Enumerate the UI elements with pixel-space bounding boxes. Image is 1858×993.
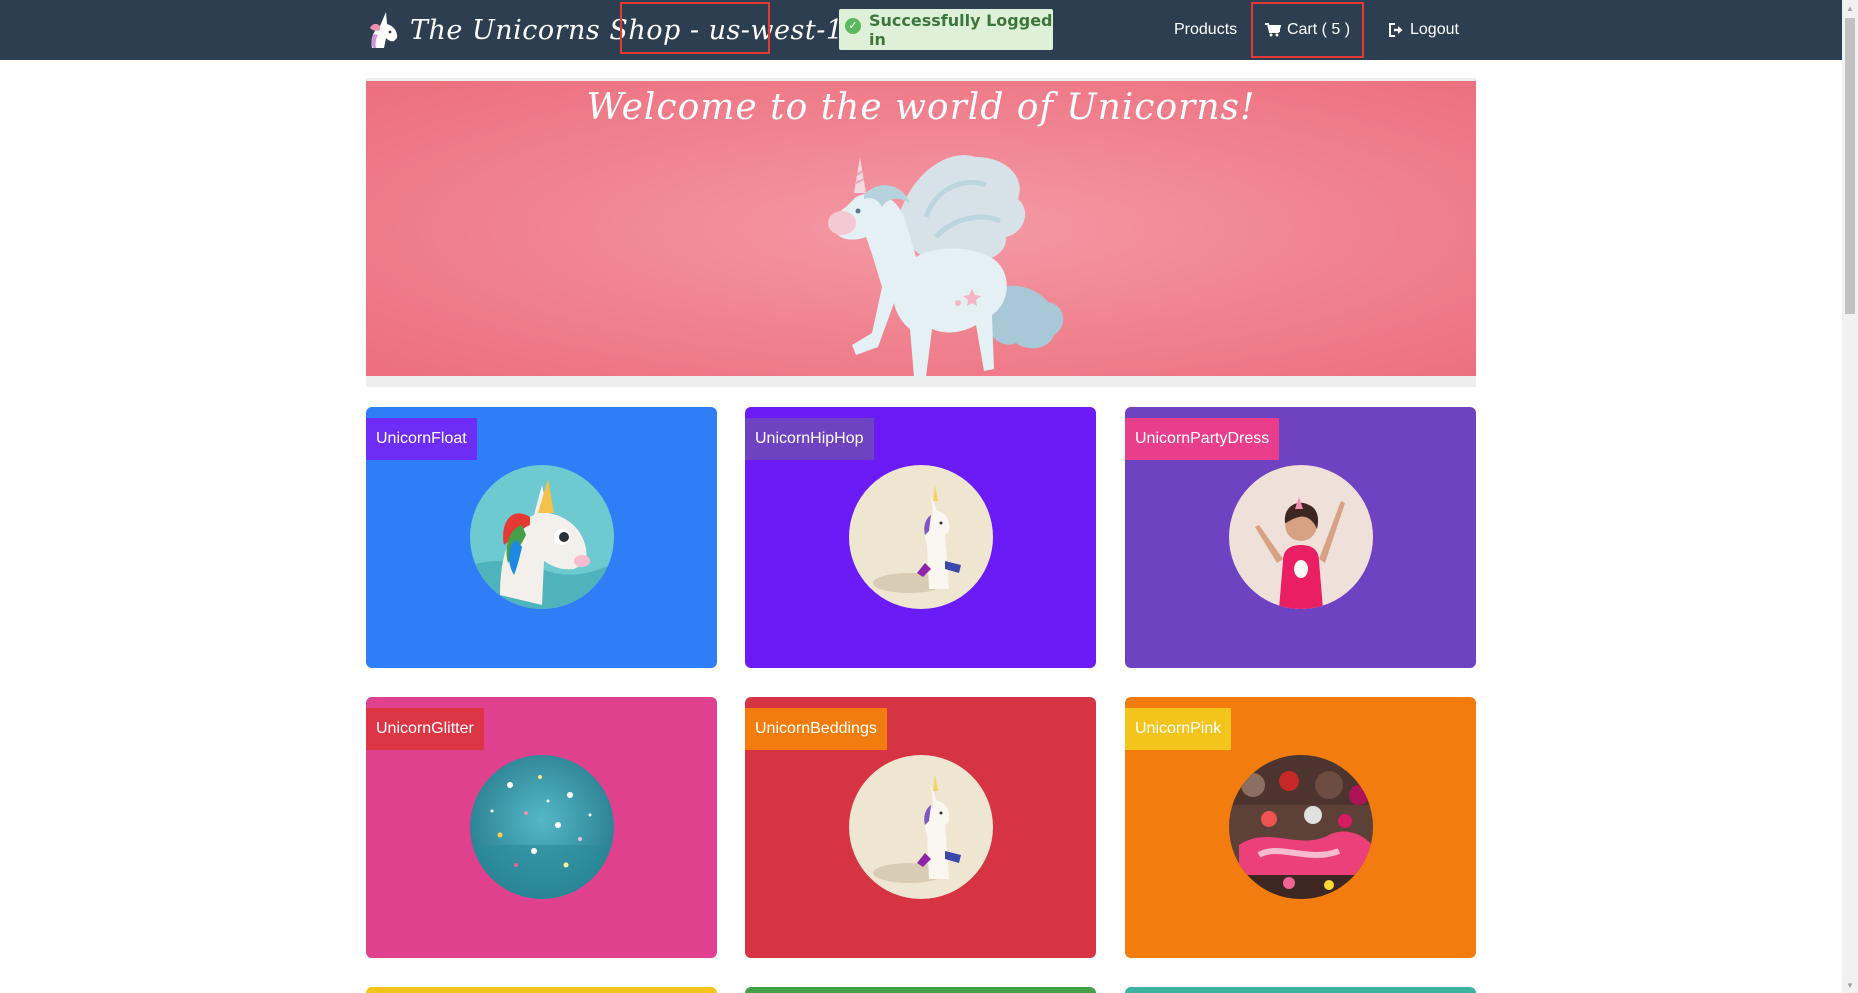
nav-products-label: Products — [1174, 21, 1238, 38]
sign-out-icon — [1389, 23, 1404, 37]
hero-banner: Welcome to the world of Unicorns! — [366, 78, 1476, 387]
product-card-partial[interactable] — [745, 987, 1096, 993]
hero-title: Welcome to the world of Unicorns! — [586, 87, 1256, 128]
product-card-partial[interactable] — [366, 987, 717, 993]
product-name-label: UnicornPartyDress — [1125, 418, 1280, 460]
product-name-label: UnicornBeddings — [745, 708, 887, 750]
scroll-up-arrow-icon[interactable]: ▲ — [1842, 0, 1858, 16]
product-image-unicornglitter — [470, 755, 614, 899]
nav-cart-label: Cart ( 5 ) — [1286, 21, 1351, 38]
alert-text: Successfully Logged in — [869, 10, 1053, 49]
product-card-partial[interactable] — [1125, 987, 1476, 993]
product-card-unicornglitter[interactable]: UnicornGlitter — [366, 697, 717, 958]
product-name-label: UnicornFloat — [366, 418, 477, 460]
nav-logout-label: Logout — [1410, 21, 1459, 38]
product-image-unicornhiphop — [849, 465, 993, 609]
vertical-scrollbar[interactable]: ▲ ▼ — [1842, 0, 1858, 993]
product-card-unicornbeddings[interactable]: UnicornBeddings — [745, 697, 1096, 958]
nav-logout-link[interactable]: Logout — [1389, 0, 1459, 60]
product-image-unicornfloat — [470, 465, 614, 609]
nav-products-link[interactable]: Products — [1174, 0, 1237, 60]
product-name-label: UnicornGlitter — [366, 708, 484, 750]
region-highlight-box — [620, 2, 770, 54]
brand[interactable]: The Unicorns Shop - us-west-1 — [366, 8, 844, 52]
product-image-unicornbeddings — [849, 755, 993, 899]
product-card-unicornhiphop[interactable]: UnicornHipHop — [745, 407, 1096, 668]
winged-unicorn-illustration — [828, 155, 1064, 377]
shopping-cart-icon — [1264, 23, 1281, 37]
nav-cart-link[interactable]: Cart ( 5 ) — [1251, 2, 1364, 58]
scroll-down-arrow-icon[interactable]: ▼ — [1842, 977, 1858, 993]
check-circle-icon: ✓ — [845, 17, 861, 34]
scrollbar-thumb[interactable] — [1845, 18, 1855, 314]
product-card-unicornpink[interactable]: UnicornPink — [1125, 697, 1476, 958]
product-image-unicornpink — [1229, 755, 1373, 899]
product-name-label: UnicornHipHop — [745, 418, 874, 460]
hero-background: Welcome to the world of Unicorns! — [366, 81, 1476, 377]
product-card-unicornfloat[interactable]: UnicornFloat — [366, 407, 717, 668]
login-success-alert: ✓ Successfully Logged in — [839, 9, 1053, 50]
product-card-unicornpartydress[interactable]: UnicornPartyDress — [1125, 407, 1476, 668]
top-navbar: The Unicorns Shop - us-west-1 ✓ Successf… — [0, 0, 1842, 60]
product-image-unicornpartydress — [1229, 465, 1373, 609]
unicorn-head-icon — [370, 12, 398, 48]
product-name-label: UnicornPink — [1125, 708, 1232, 750]
